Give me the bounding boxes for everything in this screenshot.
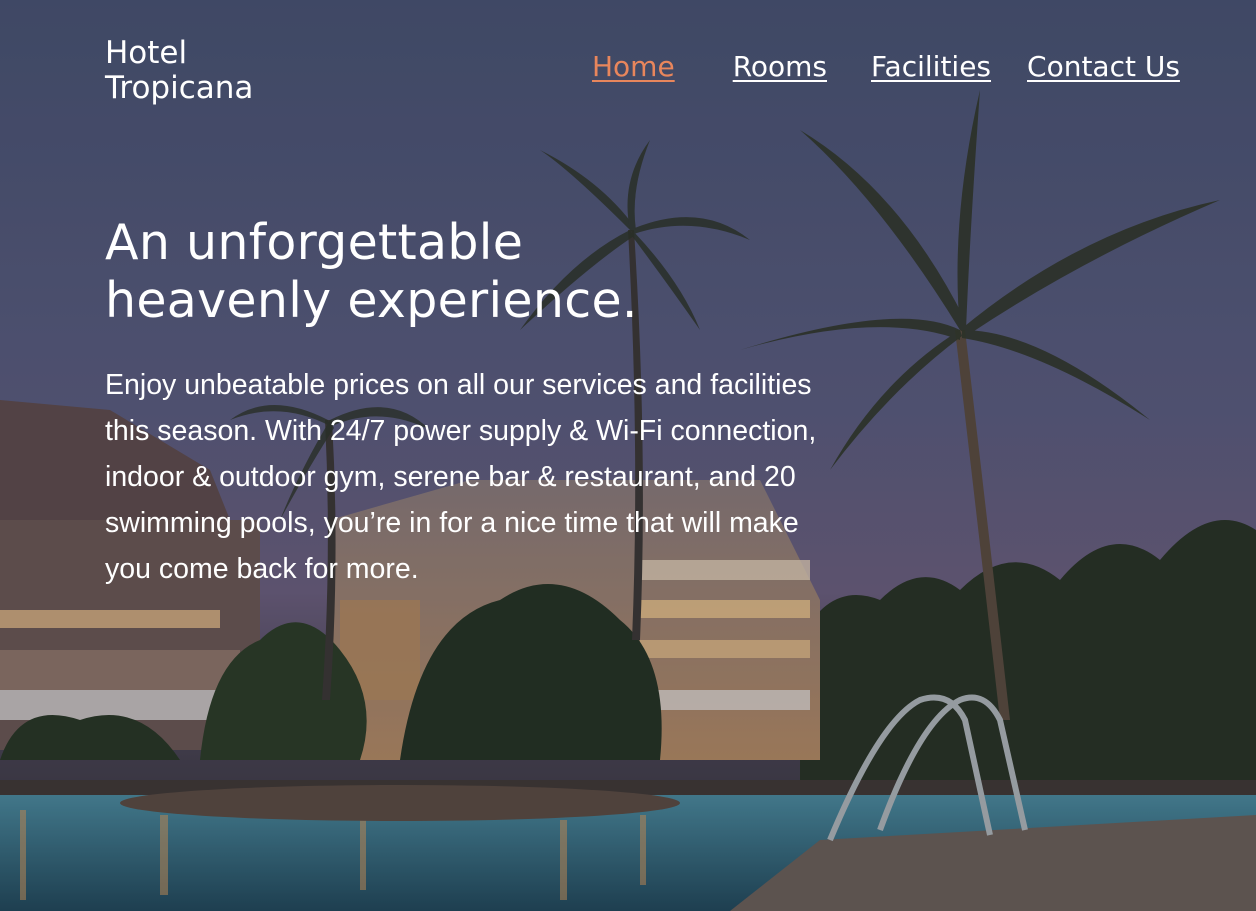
hero-headline-line-2: heavenly experience. <box>105 272 638 329</box>
brand-logo[interactable]: Hotel Tropicana <box>105 36 305 106</box>
nav-link-contact-us[interactable]: Contact Us <box>1027 50 1180 83</box>
hero-description: Enjoy unbeatable prices on all our servi… <box>105 369 817 585</box>
main-navigation: Home Rooms Facilities Contact Us <box>592 46 1180 86</box>
brand-name-line-1: Hotel <box>105 35 188 71</box>
brand-name-line-2: Tropicana <box>105 70 254 106</box>
nav-link-facilities[interactable]: Facilities <box>871 50 991 83</box>
hero-headline: An unforgettable heavenly experience. <box>105 214 725 330</box>
nav-link-rooms[interactable]: Rooms <box>733 50 827 83</box>
hero-headline-line-1: An unforgettable <box>105 214 524 271</box>
nav-link-home[interactable]: Home <box>592 50 675 83</box>
